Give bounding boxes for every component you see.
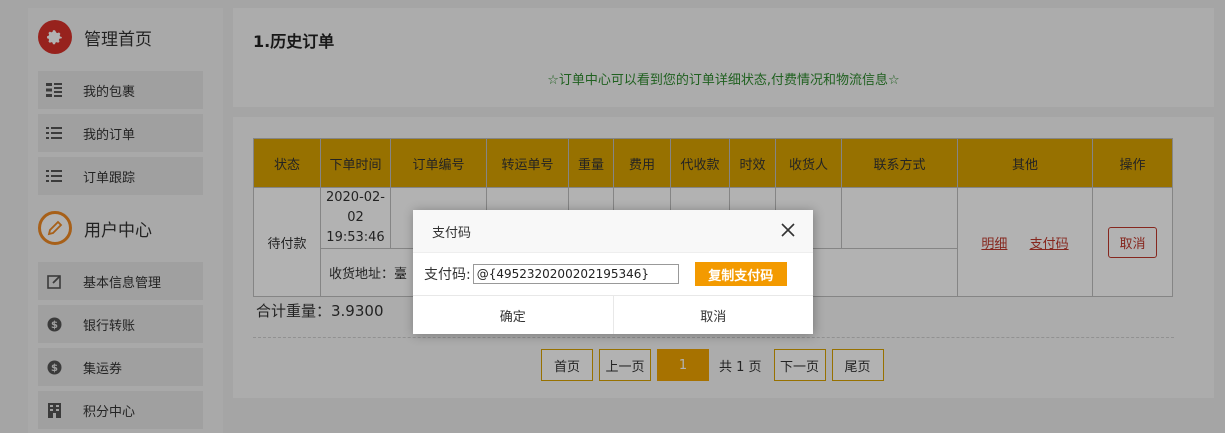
dialog-header: 支付码 <box>413 210 813 253</box>
copy-paycode-button[interactable]: 复制支付码 <box>694 262 787 286</box>
dialog-cancel-button[interactable]: 取消 <box>612 296 814 334</box>
dialog-title: 支付码 <box>432 225 472 241</box>
dialog-footer: 确定 取消 <box>413 295 813 334</box>
confirm-button[interactable]: 确定 <box>413 296 613 334</box>
dialog-body: 支付码: 复制支付码 <box>413 253 813 295</box>
paycode-dialog: 支付码 支付码: 复制支付码 确定 取消 <box>413 210 813 334</box>
close-icon[interactable] <box>781 223 795 237</box>
paycode-input[interactable] <box>472 264 679 284</box>
paycode-label: 支付码: <box>424 267 471 283</box>
